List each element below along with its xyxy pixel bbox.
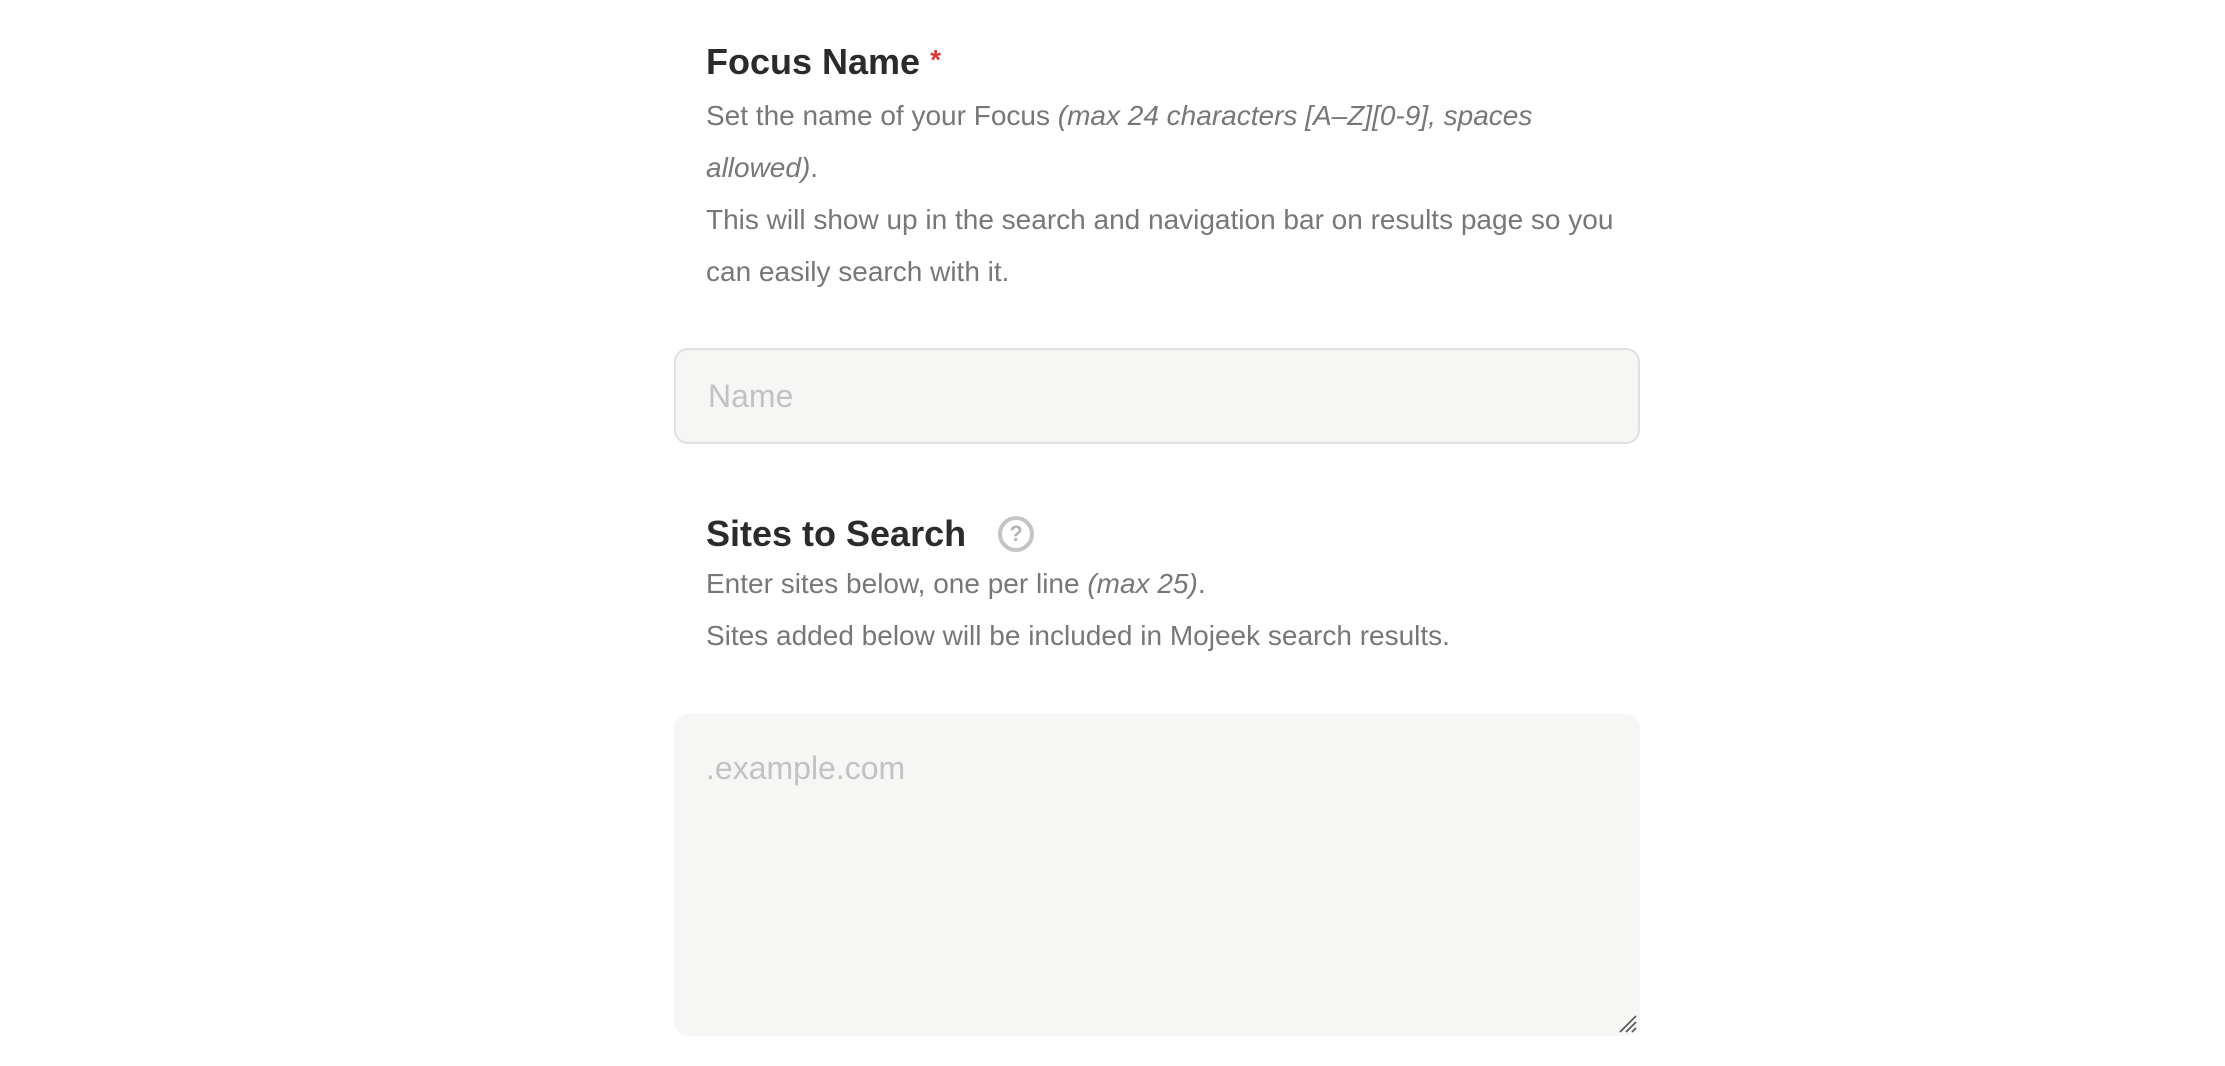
sites-desc-prefix: Enter sites below, one per line	[706, 568, 1088, 599]
required-asterisk: *	[930, 44, 941, 75]
resize-handle-icon[interactable]	[1618, 1014, 1638, 1034]
focus-name-desc-suffix: .	[810, 152, 819, 183]
focus-name-input[interactable]	[674, 348, 1640, 444]
sites-label: Sites to Search	[706, 513, 967, 554]
focus-name-description-2: This will show up in the search and navi…	[706, 204, 1614, 287]
focus-name-description: Set the name of your Focus (max 24 chara…	[706, 90, 1620, 194]
sites-description-2: Sites added below will be included in Mo…	[706, 620, 1450, 651]
focus-name-label: Focus Name	[706, 41, 921, 82]
sites-header: Sites to Search ?	[706, 516, 1640, 552]
help-icon[interactable]: ?	[998, 516, 1035, 552]
sites-desc-constraint: (max 25)	[1087, 568, 1198, 599]
focus-name-section: Focus Name * Set the name of your Focus …	[674, 44, 1640, 298]
sites-description: Enter sites below, one per line (max 25)…	[706, 558, 1620, 610]
sites-textarea[interactable]	[674, 714, 1640, 1036]
sites-desc-suffix: .	[1197, 568, 1206, 599]
sites-section: Sites to Search ? Enter sites below, one…	[674, 516, 1640, 662]
focus-name-header: Focus Name *	[706, 44, 1640, 80]
sites-textarea-wrapper	[674, 714, 1640, 1036]
focus-name-desc-prefix: Set the name of your Focus	[706, 100, 1058, 131]
